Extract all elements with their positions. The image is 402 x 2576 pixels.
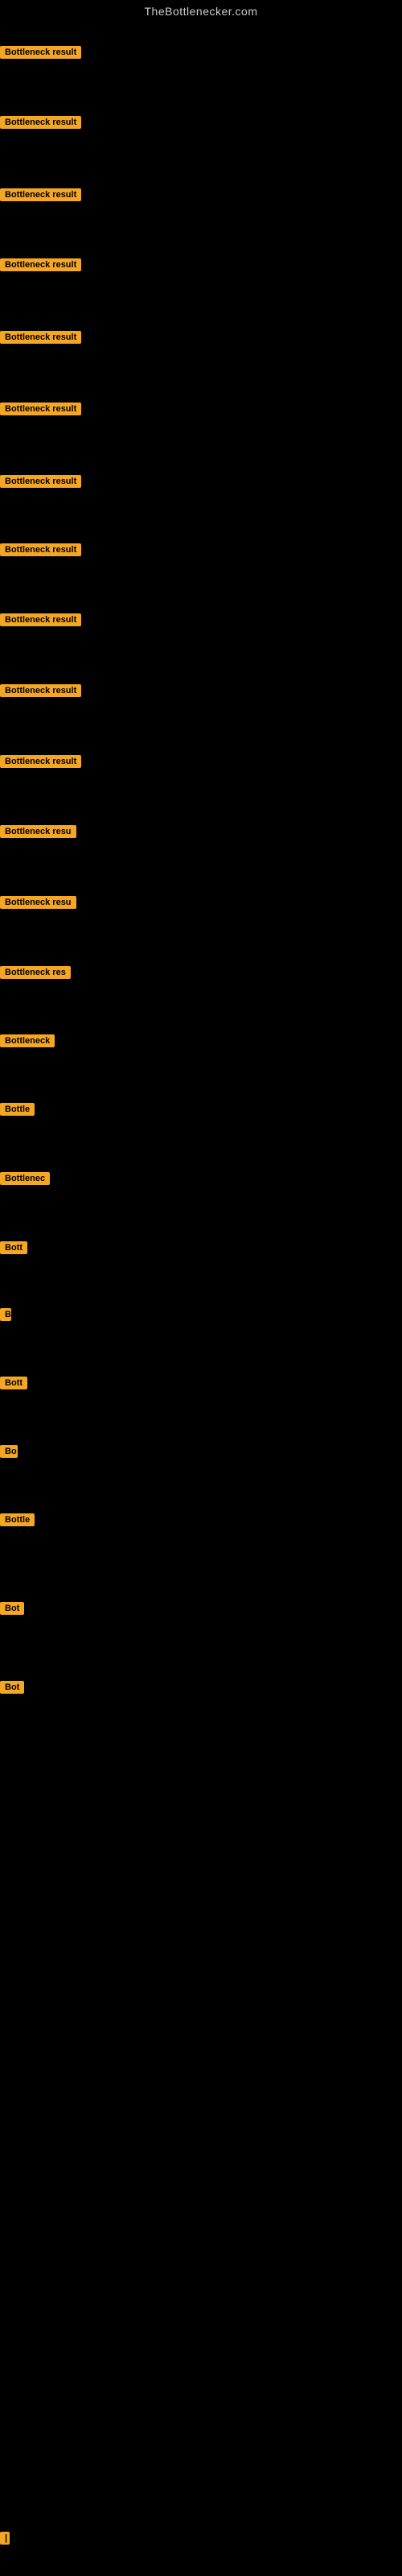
badge-row-b12: Bottleneck resu xyxy=(0,825,76,842)
badge-row-b3: Bottleneck result xyxy=(0,188,81,205)
badge-row-b25: | xyxy=(0,2532,10,2549)
badge-row-b5: Bottleneck result xyxy=(0,331,81,348)
bottleneck-badge-b25: | xyxy=(0,2532,10,2545)
badge-row-b1: Bottleneck result xyxy=(0,46,81,63)
badge-row-b15: Bottleneck xyxy=(0,1034,55,1051)
bottleneck-badge-b9: Bottleneck result xyxy=(0,613,81,626)
bottleneck-badge-b10: Bottleneck result xyxy=(0,684,81,697)
badge-row-b9: Bottleneck result xyxy=(0,613,81,630)
bottleneck-badge-b12: Bottleneck resu xyxy=(0,825,76,838)
bottleneck-badge-b6: Bottleneck result xyxy=(0,402,81,415)
badge-row-b17: Bottlenec xyxy=(0,1172,50,1189)
badge-row-b14: Bottleneck res xyxy=(0,966,71,983)
badge-row-b16: Bottle xyxy=(0,1103,35,1120)
badge-row-b7: Bottleneck result xyxy=(0,475,81,492)
badge-row-b23: Bot xyxy=(0,1602,24,1619)
bottleneck-badge-b24: Bot xyxy=(0,1681,24,1694)
bottleneck-badge-b21: Bo xyxy=(0,1445,18,1458)
badge-row-b11: Bottleneck result xyxy=(0,755,81,772)
bottleneck-badge-b5: Bottleneck result xyxy=(0,331,81,344)
bottleneck-badge-b19: B xyxy=(0,1308,11,1321)
bottleneck-badge-b4: Bottleneck result xyxy=(0,258,81,271)
bottleneck-badge-b20: Bott xyxy=(0,1377,27,1389)
badge-row-b6: Bottleneck result xyxy=(0,402,81,419)
badge-row-b21: Bo xyxy=(0,1445,18,1462)
badge-row-b13: Bottleneck resu xyxy=(0,896,76,913)
bottleneck-badge-b15: Bottleneck xyxy=(0,1034,55,1047)
bottleneck-badge-b17: Bottlenec xyxy=(0,1172,50,1185)
bottleneck-badge-b11: Bottleneck result xyxy=(0,755,81,768)
site-title: TheBottlenecker.com xyxy=(0,0,402,21)
bottleneck-badge-b1: Bottleneck result xyxy=(0,46,81,59)
badge-row-b4: Bottleneck result xyxy=(0,258,81,275)
bottleneck-badge-b2: Bottleneck result xyxy=(0,116,81,129)
bottleneck-badge-b14: Bottleneck res xyxy=(0,966,71,979)
bottleneck-badge-b7: Bottleneck result xyxy=(0,475,81,488)
bottleneck-badge-b3: Bottleneck result xyxy=(0,188,81,201)
bottleneck-badge-b13: Bottleneck resu xyxy=(0,896,76,909)
badge-row-b10: Bottleneck result xyxy=(0,684,81,701)
badge-row-b18: Bott xyxy=(0,1241,27,1258)
bottleneck-badge-b16: Bottle xyxy=(0,1103,35,1116)
bottleneck-badge-b18: Bott xyxy=(0,1241,27,1254)
bottleneck-badge-b23: Bot xyxy=(0,1602,24,1615)
badge-row-b2: Bottleneck result xyxy=(0,116,81,133)
badge-row-b22: Bottle xyxy=(0,1513,35,1530)
bottleneck-badge-b8: Bottleneck result xyxy=(0,543,81,556)
badge-row-b19: B xyxy=(0,1308,11,1325)
bottleneck-badge-b22: Bottle xyxy=(0,1513,35,1526)
badge-row-b24: Bot xyxy=(0,1681,24,1698)
badge-row-b8: Bottleneck result xyxy=(0,543,81,560)
badge-row-b20: Bott xyxy=(0,1377,27,1393)
